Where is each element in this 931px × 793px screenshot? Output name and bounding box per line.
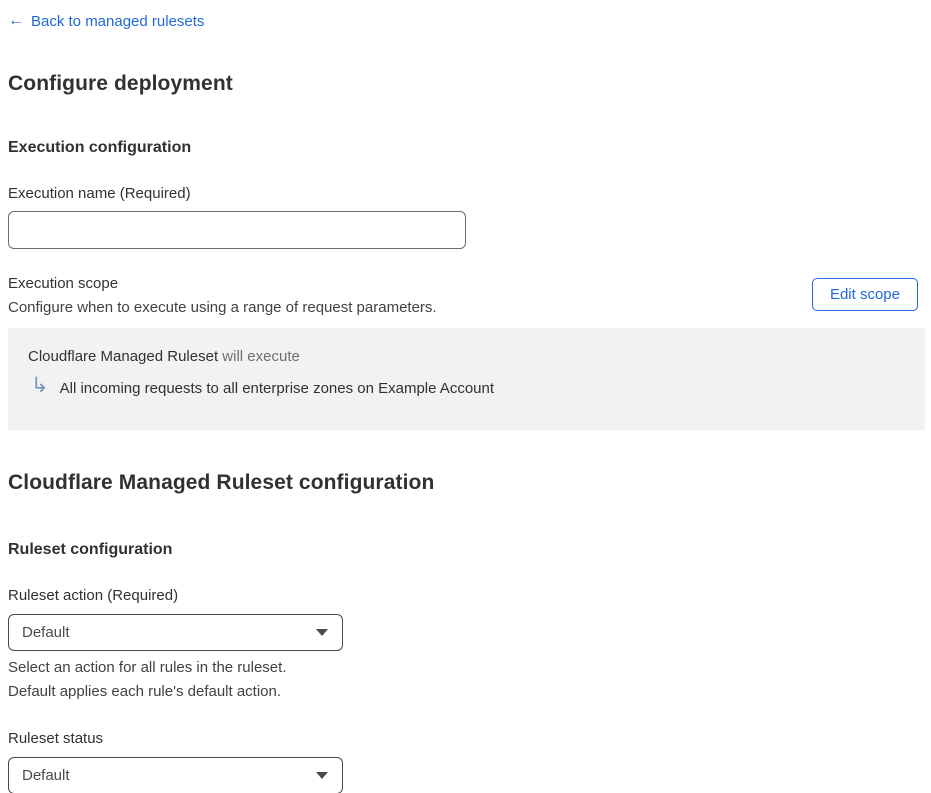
ruleset-action-help-line-2: Default applies each rule's default acti… <box>8 682 282 700</box>
scope-summary-headline: Cloudflare Managed Ruleset will execute <box>28 348 901 365</box>
scope-summary-detail: ↳ All incoming requests to all enterpris… <box>31 374 901 399</box>
scope-detail-text: All incoming requests to all enterprise … <box>59 380 495 397</box>
ruleset-status-select[interactable]: Default <box>8 757 343 793</box>
back-to-managed-rulesets-link[interactable]: ← Back to managed rulesets <box>8 13 204 30</box>
ruleset-status-selected-value: Default <box>22 767 70 784</box>
ruleset-action-help-line-1: Select an action for all rules in the ru… <box>8 659 287 676</box>
execution-name-input[interactable] <box>8 211 466 249</box>
back-link-label: Back to managed rulesets <box>31 12 205 30</box>
execution-scope-label: Execution scope <box>8 275 119 292</box>
execution-scope-description: Configure when to execute using a range … <box>8 299 437 316</box>
ruleset-action-label: Ruleset action (Required) <box>8 587 179 604</box>
ruleset-action-selected-value: Default <box>22 624 70 641</box>
execution-name-label: Execution name (Required) <box>8 185 191 202</box>
edit-scope-button[interactable]: Edit scope <box>811 278 918 311</box>
execution-configuration-heading: Execution configuration <box>8 139 192 156</box>
configure-deployment-page: ← Back to managed rulesets Configure dep… <box>0 0 925 793</box>
ruleset-name-text: Cloudflare Managed Ruleset <box>28 348 219 365</box>
scope-summary-panel: Cloudflare Managed Ruleset will execute … <box>8 328 925 430</box>
execution-scope-row: Execution scope Configure when to execut… <box>8 275 918 316</box>
ruleset-configuration-subheading: Ruleset configuration <box>8 541 173 558</box>
ruleset-action-select[interactable]: Default <box>8 614 343 651</box>
chevron-down-icon <box>316 772 328 779</box>
will-execute-text: will execute <box>218 348 300 365</box>
back-arrow-icon: ← <box>8 12 24 29</box>
execution-scope-text-block: Execution scope Configure when to execut… <box>8 275 437 316</box>
page-title: Configure deployment <box>8 72 233 95</box>
ruleset-configuration-page-heading: Cloudflare Managed Ruleset configuration <box>8 471 435 494</box>
chevron-down-icon <box>316 629 328 636</box>
turn-right-arrow-icon: ↳ <box>31 374 49 397</box>
ruleset-status-label: Ruleset status <box>8 730 104 747</box>
